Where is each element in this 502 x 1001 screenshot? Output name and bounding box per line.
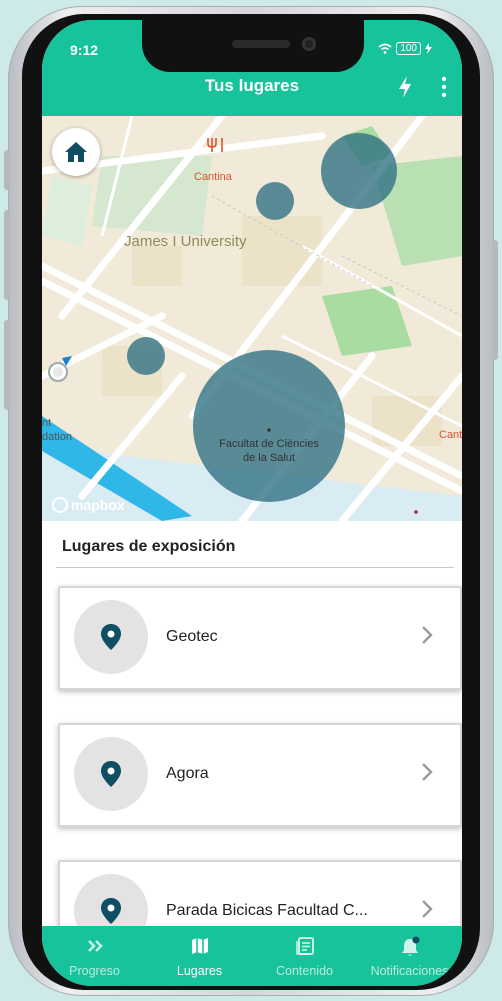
home-icon [65,142,87,162]
place-icon-circle [74,600,148,674]
place-name: Parada Bicicas Facultad C... [166,902,368,919]
nav-label: Contenido [276,964,333,978]
status-icons: 100 [378,42,432,55]
nav-label: Notificaciones [370,964,449,978]
location-pin-icon [101,761,121,787]
map-label: Cantina [194,171,233,183]
map-view[interactable]: Cantina James I University Cantina nt da… [42,116,462,521]
place-name: Geotec [166,628,218,645]
exposure-zone-circle[interactable] [127,337,165,375]
side-button [4,320,10,410]
side-button [492,240,498,360]
notch [142,20,364,72]
speaker [232,40,290,48]
nav-label: Lugares [176,964,223,978]
place-card[interactable]: Geotec [58,586,462,690]
double-chevron-right-icon [87,940,103,952]
more-options-icon[interactable] [432,74,456,100]
charging-icon [425,43,432,54]
map-label: James I University [124,233,247,250]
place-name: Agora [166,765,209,782]
map-label: Facultat de Ciències [219,438,319,450]
exposure-zone-circle[interactable] [321,133,397,209]
place-icon-circle [74,737,148,811]
section-divider [56,567,454,568]
nav-item-lugares[interactable]: Lugares [147,926,252,986]
recenter-home-button[interactable] [52,128,100,176]
nav-item-notificaciones[interactable]: Notificaciones [357,926,462,986]
exposure-zone-circle[interactable] [193,350,345,502]
chevron-right-icon [422,763,433,781]
side-button [4,210,10,300]
wifi-icon [378,43,392,54]
map-label: nt [42,417,51,429]
location-pin-icon [101,624,121,650]
location-pin-icon [101,898,121,924]
battery-icon: 100 [396,42,421,55]
nav-label: Progreso [69,964,120,978]
mapbox-attribution[interactable]: mapbox [71,497,125,513]
exposure-zone-circle[interactable] [256,182,294,220]
map-label: de la Salut [243,452,295,464]
map-icon [191,938,208,954]
map-canvas: Cantina James I University Cantina nt da… [42,116,462,521]
chevron-right-icon [422,626,433,644]
notification-bell-icon [401,936,419,956]
screen: 9:12 100 Tus lugares Cantina James I Uni… [42,20,462,986]
nav-item-progreso[interactable]: Progreso [42,926,147,986]
status-time: 9:12 [70,42,99,58]
place-card[interactable]: Agora [58,723,462,827]
nav-item-contenido[interactable]: Contenido [252,926,357,986]
camera [302,37,316,51]
flash-icon[interactable] [396,74,414,100]
side-button [4,150,10,190]
map-label: dation [42,431,72,443]
bottom-navigation: Progreso Lugares Contenido Notificacione… [42,926,462,986]
section-title: Lugares de exposición [62,538,236,555]
map-label: Cantina [439,429,462,441]
chevron-right-icon [422,900,433,918]
article-icon [295,937,314,955]
